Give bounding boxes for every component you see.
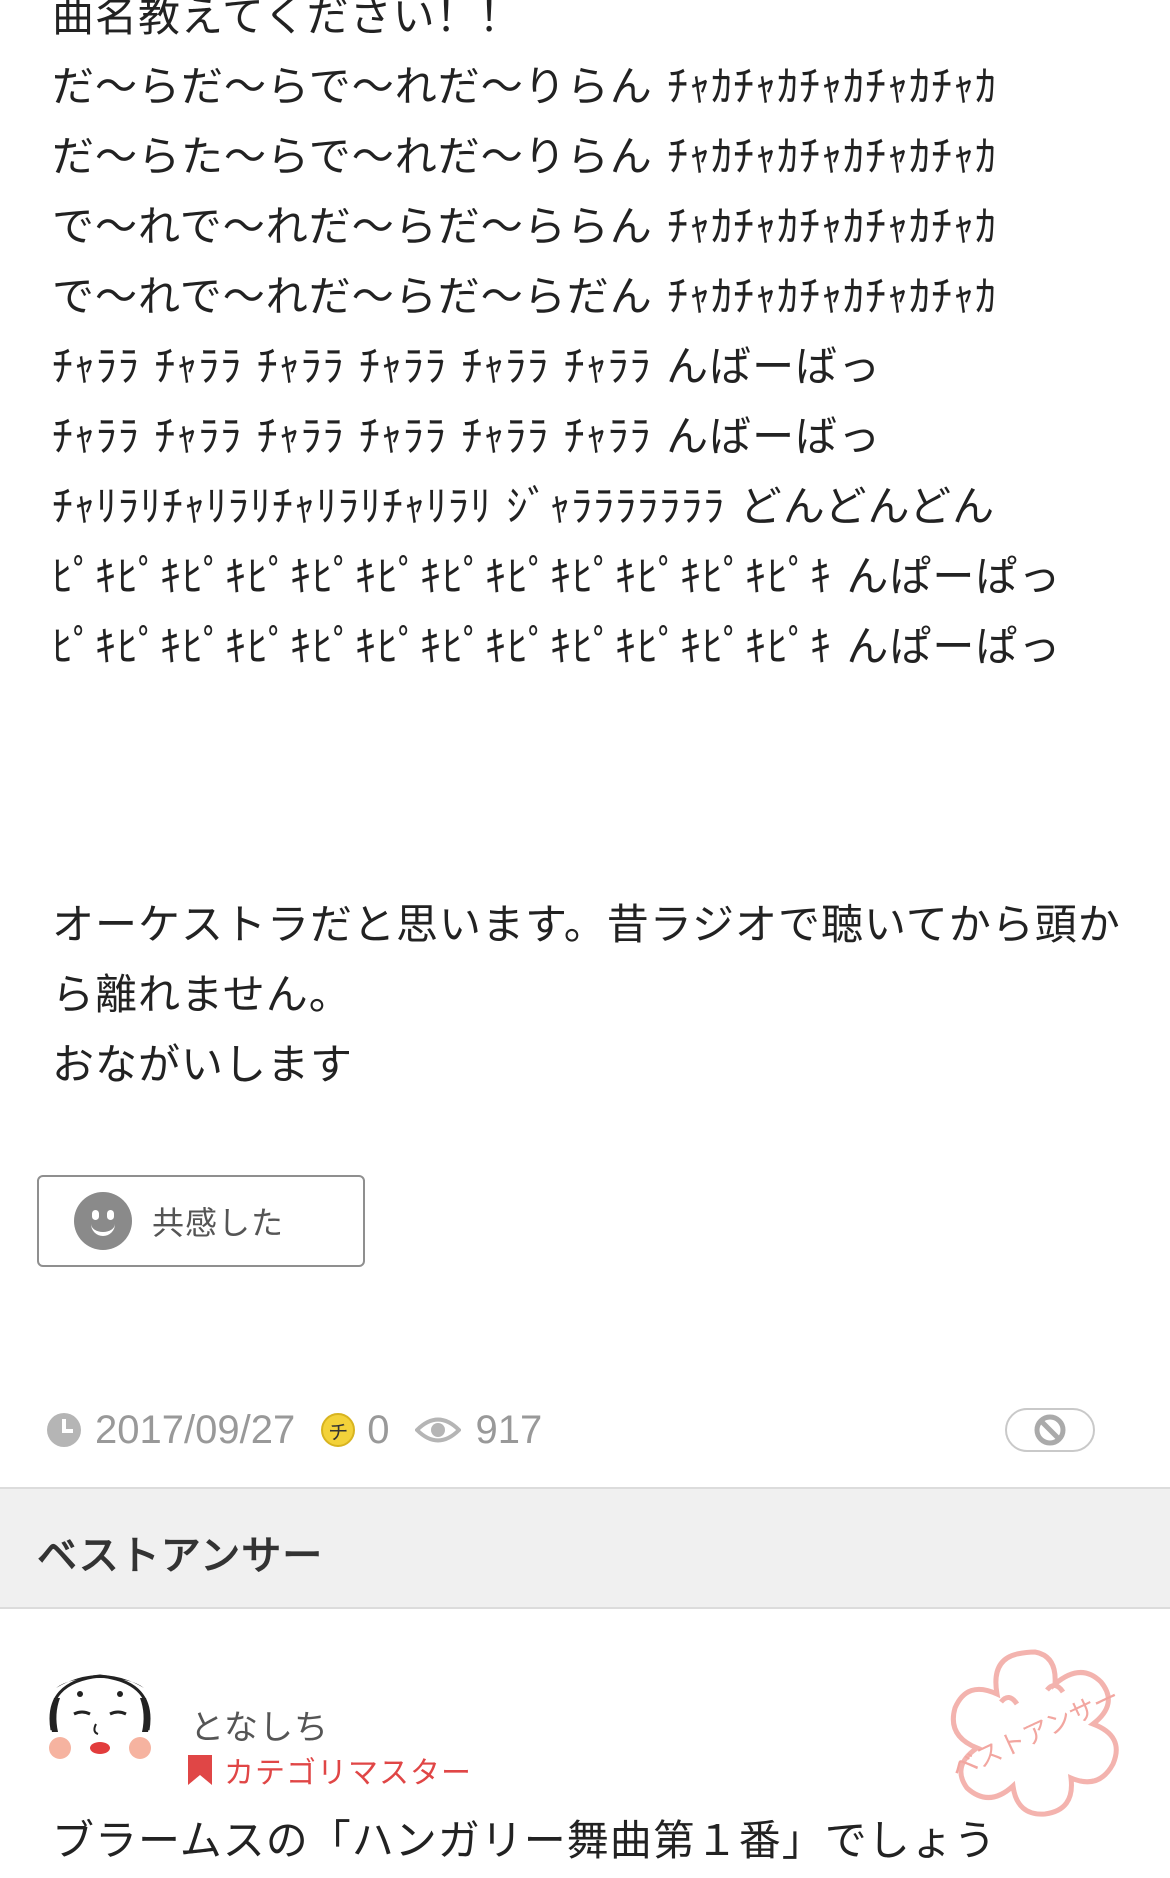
category-master-badge: カテゴリマスター	[186, 1748, 472, 1792]
question-extra: オーケストラだと思います。昔ラジオで聴いてから頭から離れません。 おながいします	[52, 890, 1132, 1100]
question-meta: 2017/09/27 チ 0 917	[47, 1405, 542, 1455]
question-line: で〜れで〜れだ〜らだ〜らだん ﾁｬｶﾁｬｶﾁｬｶﾁｬｶﾁｬｶ	[52, 272, 998, 321]
question-line: だ〜らだ〜らで〜れだ〜りらん ﾁｬｶﾁｬｶﾁｬｶﾁｬｶﾁｬｶ	[52, 62, 998, 111]
best-answer-title: ベストアンサー	[37, 1533, 324, 1579]
question-line: 曲名教えてください！！	[52, 0, 522, 41]
badge-label: カテゴリマスター	[224, 1756, 472, 1791]
question-line: ﾋﾟｷﾋﾟｷﾋﾟｷﾋﾟｷﾋﾟｷﾋﾟｷﾋﾟｷﾋﾟｷﾋﾟｷﾋﾟｷﾋﾟｷﾋﾟｷ んぱー…	[52, 552, 1062, 601]
svg-text:ベストアンサー: ベストアンサー	[947, 1682, 1124, 1786]
coin-count: 0	[367, 1407, 390, 1452]
question-extra-line: オーケストラだと思います。昔ラジオで聴いてから頭から離れません。	[52, 900, 1121, 1019]
coin-icon: チ	[321, 1413, 356, 1447]
question-body: 曲名教えてください！！ だ〜らだ〜らで〜れだ〜りらん ﾁｬｶﾁｬｶﾁｬｶﾁｬｶﾁ…	[52, 0, 1132, 682]
question-line: ﾋﾟｷﾋﾟｷﾋﾟｷﾋﾟｷﾋﾟｷﾋﾟｷﾋﾟｷﾋﾟｷﾋﾟｷﾋﾟｷﾋﾟｷﾋﾟｷ んぱー…	[52, 622, 1062, 671]
question-line: ﾁｬﾘﾗﾘﾁｬﾘﾗﾘﾁｬﾘﾗﾘﾁｬﾘﾗﾘ ｼﾞｬﾗﾗﾗﾗﾗﾗﾗ どんどんどん	[52, 482, 996, 531]
okame-avatar[interactable]	[36, 1668, 164, 1768]
question-line: ﾁｬﾗﾗ ﾁｬﾗﾗ ﾁｬﾗﾗ ﾁｬﾗﾗ ﾁｬﾗﾗ ﾁｬﾗﾗ んばーばっ	[52, 342, 882, 391]
question-extra-line: おながいします	[52, 1040, 354, 1089]
smiley-icon	[74, 1192, 132, 1250]
best-answer-header: ベストアンサー	[0, 1489, 1170, 1609]
block-button[interactable]	[1005, 1408, 1095, 1452]
eye-icon	[415, 1417, 462, 1443]
question-line: ﾁｬﾗﾗ ﾁｬﾗﾗ ﾁｬﾗﾗ ﾁｬﾗﾗ ﾁｬﾗﾗ ﾁｬﾗﾗ んばーばっ	[52, 412, 882, 461]
empathy-button[interactable]: 共感した	[37, 1175, 365, 1267]
prohibit-icon	[1034, 1414, 1066, 1446]
best-answer-stamp: ベストアンサー	[947, 1649, 1124, 1817]
answerer-name[interactable]: となしち	[190, 1700, 329, 1749]
bookmark-icon	[188, 1755, 212, 1785]
question-line: だ〜らた〜らで〜れだ〜りらん ﾁｬｶﾁｬｶﾁｬｶﾁｬｶﾁｬｶ	[52, 132, 998, 181]
question-line: で〜れで〜れだ〜らだ〜ららん ﾁｬｶﾁｬｶﾁｬｶﾁｬｶﾁｬｶ	[52, 202, 998, 251]
best-answer-text: ブラームスの「ハンガリー舞曲第１番」でしょう	[52, 1816, 997, 1865]
post-date: 2017/09/27	[95, 1407, 296, 1452]
clock-icon	[47, 1413, 81, 1447]
empathy-button-label: 共感した	[152, 1204, 285, 1242]
view-count: 917	[475, 1407, 543, 1452]
